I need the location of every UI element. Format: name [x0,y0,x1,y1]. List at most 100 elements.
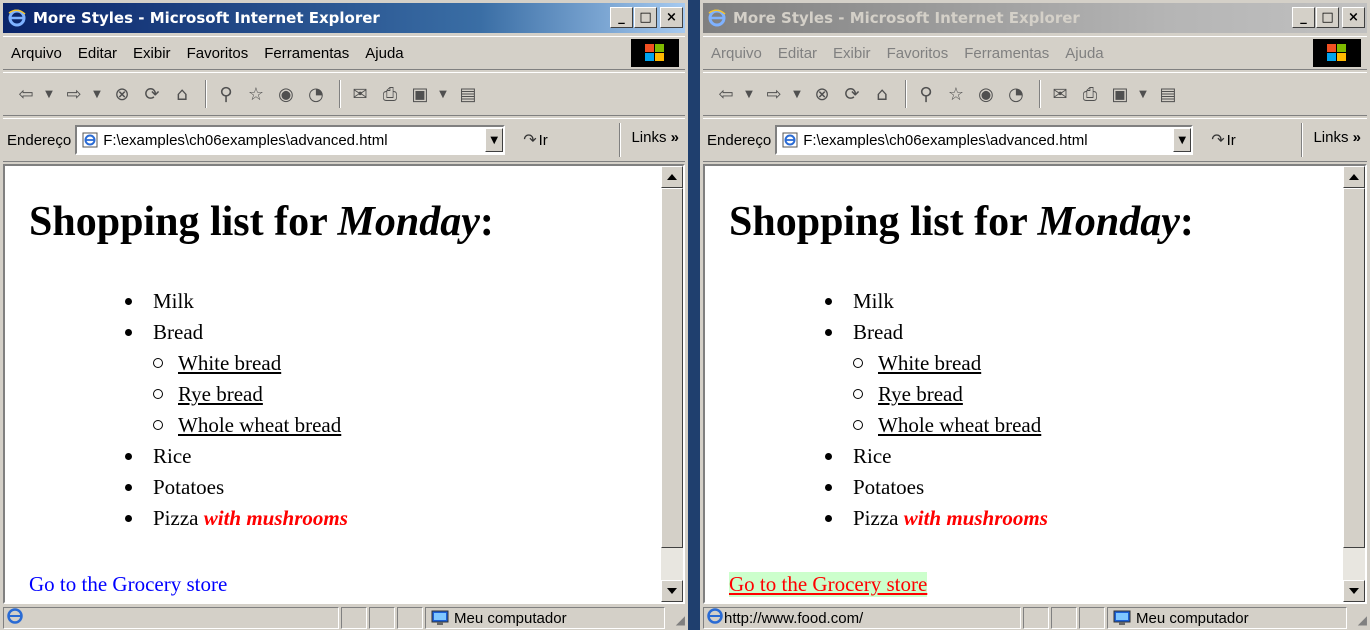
maximize-button[interactable]: □ [1316,7,1339,28]
links-button[interactable]: Links » [1313,129,1361,146]
windows-logo-icon [631,39,679,67]
address-input[interactable]: F:\examples\ch06examples\advanced.html [803,132,1173,149]
discuss-icon[interactable]: ▤ [1155,80,1181,108]
back-icon[interactable]: ⇦ [13,80,39,108]
pizza-text: Pizza [153,506,204,530]
favorites-icon[interactable]: ☆ [243,80,269,108]
menu-exibir[interactable]: Exibir [833,45,871,62]
back-dropdown-icon[interactable]: ▼ [743,80,755,108]
search-icon[interactable]: ⚲ [213,80,239,108]
menu-favoritos[interactable]: Favoritos [887,45,949,62]
menu-ferramentas[interactable]: Ferramentas [264,45,349,62]
address-label: Endereço [7,131,72,149]
sub-list-item: Whole wheat bread [153,410,348,441]
history-icon[interactable]: ◔ [303,80,329,108]
browser-window-left: More Styles - Microsoft Internet Explore… [0,0,688,630]
sub-item-text: White bread [878,351,982,375]
media-icon[interactable]: ◉ [273,80,299,108]
close-button[interactable]: × [1342,7,1365,28]
favorites-icon[interactable]: ☆ [943,80,969,108]
address-dropdown-icon[interactable]: ▼ [485,128,504,152]
sub-list-item: White bread [853,348,1048,379]
heading-suffix: : [1179,199,1194,245]
home-icon[interactable]: ⌂ [169,80,195,108]
resize-grip-icon[interactable]: ◢ [667,609,685,627]
menu-arquivo[interactable]: Arquivo [11,45,62,62]
address-field[interactable]: F:\examples\ch06examples\advanced.html ▼ [75,125,506,155]
menu-exibir[interactable]: Exibir [133,45,171,62]
refresh-icon[interactable]: ⟳ [839,80,865,108]
stop-icon[interactable]: ⊗ [109,80,135,108]
computer-icon [430,609,450,627]
bullet-icon [825,515,832,522]
bullet-icon [825,329,832,336]
scroll-thumb[interactable] [1343,188,1365,548]
mail-icon[interactable]: ✉ [347,80,373,108]
toolbar: ⇦ ▼ ⇨ ▼ ⊗ ⟳ ⌂ ⚲ ☆ ◉ ◔ ✉ ⎙ ▣ ▼ ▤ [703,72,1367,116]
edit-dropdown-icon[interactable]: ▼ [437,80,449,108]
sub-item-text: White bread [178,351,282,375]
circle-bullet-icon [153,420,163,430]
edit-icon[interactable]: ▣ [407,80,433,108]
forward-icon[interactable]: ⇨ [61,80,87,108]
title-bar[interactable]: More Styles - Microsoft Internet Explore… [3,3,685,33]
menu-arquivo[interactable]: Arquivo [711,45,762,62]
links-chevron-icon: » [1352,129,1361,146]
discuss-icon[interactable]: ▤ [455,80,481,108]
forward-dropdown-icon[interactable]: ▼ [91,80,103,108]
address-dropdown-icon[interactable]: ▼ [1173,128,1192,152]
edit-dropdown-icon[interactable]: ▼ [1137,80,1149,108]
menu-ferramentas[interactable]: Ferramentas [964,45,1049,62]
forward-dropdown-icon[interactable]: ▼ [791,80,803,108]
address-field[interactable]: F:\examples\ch06examples\advanced.html ▼ [775,125,1194,155]
minimize-button[interactable]: _ [610,7,633,28]
close-button[interactable]: × [660,7,683,28]
refresh-icon[interactable]: ⟳ [139,80,165,108]
forward-icon[interactable]: ⇨ [761,80,787,108]
page-viewport: Shopping list for Monday: Milk Bread Whi… [703,164,1367,604]
list-item: Pizza with mushrooms [125,503,348,534]
search-icon[interactable]: ⚲ [913,80,939,108]
maximize-button[interactable]: □ [634,7,657,28]
home-icon[interactable]: ⌂ [869,80,895,108]
menu-ajuda[interactable]: Ajuda [1065,45,1103,62]
stop-icon[interactable]: ⊗ [809,80,835,108]
back-icon[interactable]: ⇦ [713,80,739,108]
scroll-down-button[interactable] [661,580,683,602]
item-text: Rice [853,444,892,468]
media-icon[interactable]: ◉ [973,80,999,108]
menu-favoritos[interactable]: Favoritos [187,45,249,62]
scroll-thumb[interactable] [661,188,683,548]
scroll-up-button[interactable] [661,166,683,188]
page-viewport: Shopping list for Monday: Milk Bread Whi… [3,164,685,604]
minimize-button[interactable]: _ [1292,7,1315,28]
back-dropdown-icon[interactable]: ▼ [43,80,55,108]
history-icon[interactable]: ◔ [1003,80,1029,108]
print-icon[interactable]: ⎙ [1077,80,1103,108]
grocery-store-link[interactable]: Go to the Grocery store [29,572,227,597]
shopping-list: Milk Bread White bread Rye bread Whole w… [825,286,1048,534]
print-icon[interactable]: ⎙ [377,80,403,108]
vertical-scrollbar[interactable] [661,166,683,602]
menu-editar[interactable]: Editar [78,45,117,62]
vertical-scrollbar[interactable] [1343,166,1365,602]
links-label: Links [1313,129,1349,146]
resize-grip-icon[interactable]: ◢ [1349,609,1367,627]
mail-icon[interactable]: ✉ [1047,80,1073,108]
status-panel [1079,607,1105,629]
links-button[interactable]: Links » [631,129,679,146]
heading-suffix: : [479,199,494,245]
windows-logo-icon [1313,39,1361,67]
title-bar[interactable]: More Styles - Microsoft Internet Explore… [703,3,1367,33]
menu-editar[interactable]: Editar [778,45,817,62]
address-input[interactable]: F:\examples\ch06examples\advanced.html [103,132,485,149]
toolbar-separator [1039,80,1041,108]
scroll-down-button[interactable] [1343,580,1365,602]
go-button[interactable]: ↷ Ir [1211,130,1236,150]
menu-ajuda[interactable]: Ajuda [365,45,403,62]
go-button[interactable]: ↷ Ir [523,130,548,150]
grocery-store-link-hovered[interactable]: Go to the Grocery store [729,572,928,597]
list-item: Pizza with mushrooms [825,503,1048,534]
scroll-up-button[interactable] [1343,166,1365,188]
edit-icon[interactable]: ▣ [1107,80,1133,108]
